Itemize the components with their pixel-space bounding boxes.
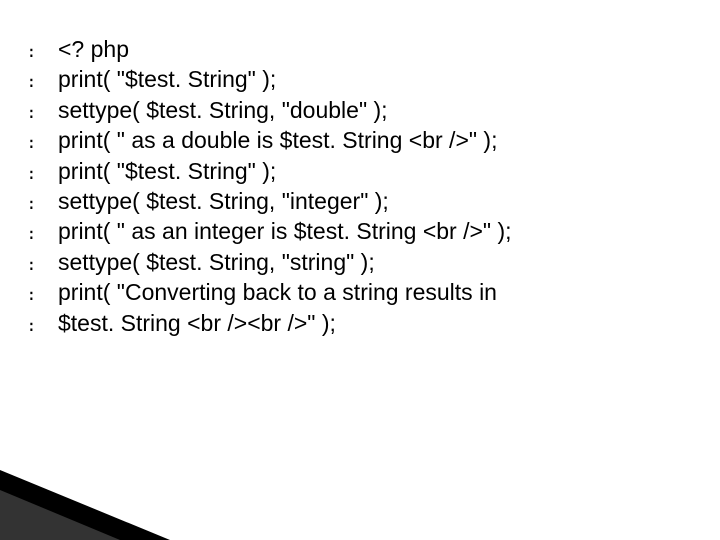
decorative-wedge-icon — [0, 460, 200, 540]
code-line: $test. String <br /><br />" ); — [58, 308, 688, 338]
code-line: print( "$test. String" ); — [58, 64, 688, 94]
bullet-icon: ։ — [28, 156, 58, 186]
list-item: ։ print( "Converting back to a string re… — [28, 277, 688, 307]
list-item: ։ print( " as a double is $test. String … — [28, 125, 688, 155]
code-line: <? php — [58, 34, 688, 64]
code-line: print( "$test. String" ); — [58, 156, 688, 186]
bullet-icon: ։ — [28, 125, 58, 155]
list-item: ։ print( " as an integer is $test. Strin… — [28, 216, 688, 246]
bullet-icon: ։ — [28, 247, 58, 277]
code-line: print( "Converting back to a string resu… — [58, 277, 688, 307]
list-item: ։ $test. String <br /><br />" ); — [28, 308, 688, 338]
list-item: ։ settype( $test. String, "double" ); — [28, 95, 688, 125]
list-item: ։ settype( $test. String, "integer" ); — [28, 186, 688, 216]
code-line: settype( $test. String, "string" ); — [58, 247, 688, 277]
bullet-icon: ։ — [28, 34, 58, 64]
bullet-icon: ։ — [28, 95, 58, 125]
bullet-icon: ։ — [28, 277, 58, 307]
code-line: print( " as an integer is $test. String … — [58, 216, 688, 246]
code-line: settype( $test. String, "double" ); — [58, 95, 688, 125]
bullet-icon: ։ — [28, 186, 58, 216]
list-item: ։ <? php — [28, 34, 688, 64]
bullet-icon: ։ — [28, 216, 58, 246]
list-item: ։ print( "$test. String" ); — [28, 64, 688, 94]
bullet-icon: ։ — [28, 308, 58, 338]
list-item: ։ settype( $test. String, "string" ); — [28, 247, 688, 277]
list-item: ։ print( "$test. String" ); — [28, 156, 688, 186]
bullet-icon: ։ — [28, 64, 58, 94]
code-line: print( " as a double is $test. String <b… — [58, 125, 688, 155]
code-line: settype( $test. String, "integer" ); — [58, 186, 688, 216]
slide: ։ <? php ։ print( "$test. String" ); ։ s… — [0, 0, 720, 540]
bullet-list: ։ <? php ։ print( "$test. String" ); ։ s… — [28, 34, 688, 338]
